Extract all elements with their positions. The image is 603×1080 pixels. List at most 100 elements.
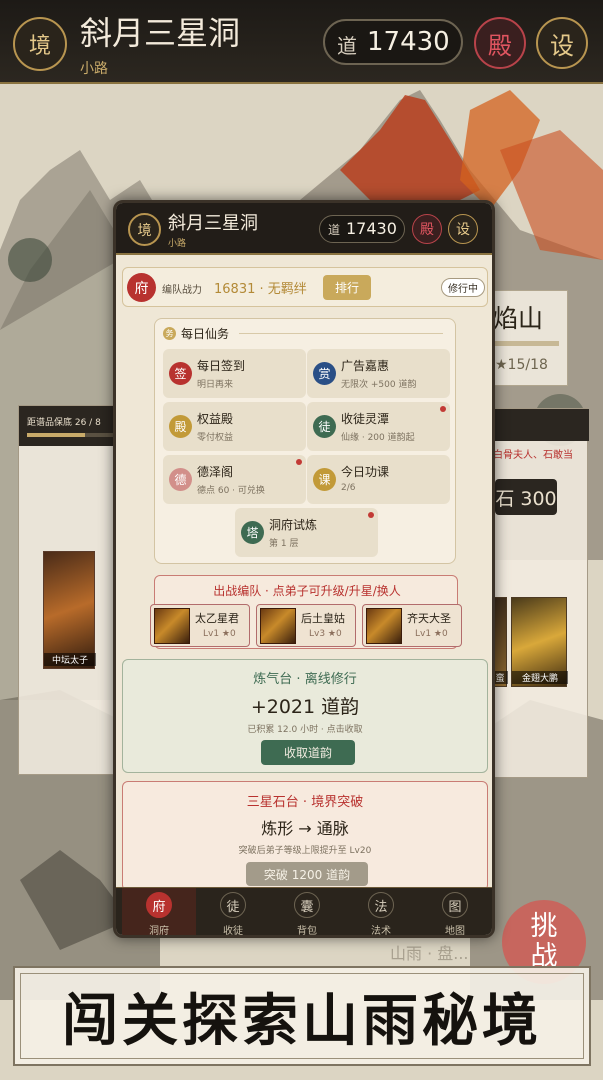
task-tile[interactable]: 徒收徒灵潭 仙缘 · 200 道韵起 xyxy=(307,402,450,451)
hall-button[interactable]: 殿 xyxy=(474,17,526,69)
task-icon: 德 xyxy=(169,468,192,491)
breakthrough-title: 三星石台 · 境界突破 xyxy=(246,795,364,810)
nav-label: 地图 xyxy=(445,926,465,937)
power-label: 编队战力 xyxy=(162,285,202,296)
promo-banner: 闯关探索山雨秘境 xyxy=(13,966,591,1066)
task-title: 德泽阁 xyxy=(197,465,234,479)
task-title: 广告嘉惠 xyxy=(341,359,390,373)
nav-icon: 法 xyxy=(368,892,394,918)
member-name: 太乙星君 xyxy=(195,612,239,625)
nav-label: 洞府 xyxy=(149,926,169,937)
breakthrough-button[interactable]: 突破 1200 道韵 xyxy=(246,862,368,886)
background-left-card: 距谱品保底 26 / 8 中坛太子 xyxy=(18,405,119,775)
mansion-icon: 府 xyxy=(127,273,156,302)
bottom-nav: 府洞府徒收徒囊背包法法术图地图 xyxy=(116,887,492,937)
member-name: 后土皇姑 xyxy=(301,612,345,625)
nav-icon: 府 xyxy=(146,892,172,918)
breakthrough-panel: 三星石台 · 境界突破 炼形 → 通脉 突破后弟子等级上限提升至 Lv20 突破… xyxy=(122,781,488,891)
member-name: 齐天大圣 xyxy=(407,612,451,625)
team-power-bar: 府 编队战力 16831 · 无羁绊 排行 修行中 xyxy=(122,267,488,307)
nav-item[interactable]: 徒收徒 xyxy=(196,888,270,937)
team-member-card[interactable]: 齐天大圣 Lv1 ★0 xyxy=(362,604,462,647)
daily-tasks-panel: 务 每日仙务 签每日签到 明日再来赏广告嘉惠 无限次 +500 道韵殿权益殿 零付权益… xyxy=(154,318,456,564)
collect-dao-button[interactable]: 收取道韵 xyxy=(261,740,355,765)
daily-title-divider xyxy=(239,333,443,334)
idle-amount: +2021 道韵 xyxy=(250,696,360,718)
breakthrough-stage: 炼形 → 通脉 xyxy=(261,819,349,838)
battle-team-panel: 出战编队 · 点弟子可升级/升星/换人 太乙星君 Lv1 ★0 后土皇姑 Lv3 ★0… xyxy=(150,575,462,649)
phone-dao-currency: 道 17430 xyxy=(319,215,405,243)
background-right-title-card: 焰山 ★15/18 xyxy=(490,290,568,386)
task-title: 今日功课 xyxy=(341,465,390,479)
phone-top-bar: 境 斜月三星洞 小路 道 17430 殿 设 xyxy=(116,203,492,255)
phone-realm-button[interactable]: 境 xyxy=(128,213,161,246)
dao-value: 17430 xyxy=(367,27,450,57)
team-member-card[interactable]: 太乙星君 Lv1 ★0 xyxy=(150,604,250,647)
phone-location-title: 斜月三星洞 xyxy=(168,213,258,234)
phone-settings-button[interactable]: 设 xyxy=(448,214,478,244)
rank-button[interactable]: 排行 xyxy=(323,275,371,300)
task-icon: 课 xyxy=(313,468,336,491)
nav-icon: 图 xyxy=(442,892,468,918)
nav-item[interactable]: 法法术 xyxy=(344,888,418,935)
dao-label: 道 xyxy=(337,34,357,58)
task-title: 收徒灵潭 xyxy=(341,412,390,426)
banner-text: 闯关探索山雨秘境 xyxy=(62,987,542,1054)
nav-icon: 囊 xyxy=(294,892,320,918)
task-icon: 签 xyxy=(169,362,192,385)
phone-dao-value: 17430 xyxy=(346,219,397,238)
background-right-card: 白骨夫人、石敢当 石 300 蛮 金翅大鹏 xyxy=(490,408,589,778)
phone-dao-label: 道 xyxy=(328,223,341,237)
task-tile[interactable]: 签每日签到 明日再来 xyxy=(163,349,306,398)
background-right-progress: ★15/18 xyxy=(495,357,548,373)
task-subtitle: 2/6 xyxy=(341,483,356,493)
task-icon: 徒 xyxy=(313,415,336,438)
location-title: 斜月三星洞 xyxy=(80,14,241,52)
power-value: 16831 · 无羁绊 xyxy=(214,282,307,297)
task-icon: 塔 xyxy=(241,521,264,544)
battle-team-title: 出战编队 · 点弟子可升级/升星/换人 xyxy=(213,584,401,598)
nav-item[interactable]: 府洞府 xyxy=(122,888,196,937)
background-right-price: 石 300 xyxy=(495,479,557,515)
background-left-unit-card: 中坛太子 xyxy=(43,551,96,669)
member-level: Lv3 ★0 xyxy=(309,629,342,639)
nav-item[interactable]: 囊背包 xyxy=(270,888,344,935)
dao-currency: 道 17430 xyxy=(323,19,463,65)
task-tile[interactable]: 课今日功课 2/6 xyxy=(307,455,450,504)
location-subtitle: 小路 xyxy=(80,61,108,77)
nav-label: 收徒 xyxy=(223,926,243,937)
task-tile[interactable]: 殿权益殿零付权益 xyxy=(163,402,306,451)
team-member-card[interactable]: 后土皇姑 Lv3 ★0 xyxy=(256,604,356,647)
task-title: 权益殿 xyxy=(197,412,234,426)
nav-item[interactable]: 图地图 xyxy=(418,888,492,937)
background-right-desc: 白骨夫人、石敢当 xyxy=(493,450,573,461)
member-portrait xyxy=(154,608,190,644)
background-left-card-header: 距谱品保底 26 / 8 xyxy=(19,406,119,446)
task-subtitle: 德点 60 · 可兑换 xyxy=(197,486,265,496)
task-subtitle: 零付权益 xyxy=(197,433,234,443)
background-right-unit-card: 金翅大鹏 xyxy=(511,597,568,687)
idle-cultivation-panel: 炼气台 · 离线修行 +2021 道韵 已积累 12.0 小时 · 点击收取 收… xyxy=(122,659,488,773)
phone-frame: 境 斜月三星洞 小路 道 17430 殿 设 府 编队战力 16831 · 无羁… xyxy=(113,200,495,938)
task-icon: 殿 xyxy=(169,415,192,438)
background-left-unit-name: 中坛太子 xyxy=(44,653,96,666)
task-tile[interactable]: 德德泽阁德点 60 · 可兑换 xyxy=(163,455,306,504)
phone-hall-button[interactable]: 殿 xyxy=(412,214,442,244)
task-subtitle: 第 1 层 xyxy=(269,539,299,549)
member-portrait xyxy=(260,608,296,644)
task-tile[interactable]: 塔洞府试炼第 1 层 xyxy=(235,508,378,557)
settings-button[interactable]: 设 xyxy=(536,17,588,69)
background-left-progress xyxy=(27,433,113,437)
notification-dot xyxy=(368,512,374,518)
notification-dot xyxy=(440,406,446,412)
daily-tasks-title: 每日仙务 xyxy=(181,327,230,341)
realm-button[interactable]: 境 xyxy=(13,17,67,71)
member-portrait xyxy=(366,608,402,644)
task-title: 洞府试炼 xyxy=(269,518,318,532)
phone-location-subtitle: 小路 xyxy=(168,239,187,249)
task-tile[interactable]: 赏广告嘉惠 无限次 +500 道韵 xyxy=(307,349,450,398)
task-subtitle: 明日再来 xyxy=(197,380,234,390)
task-icon: 赏 xyxy=(313,362,336,385)
background-right-unit-name: 金翅大鹏 xyxy=(512,671,568,684)
member-level: Lv1 ★0 xyxy=(203,629,236,639)
